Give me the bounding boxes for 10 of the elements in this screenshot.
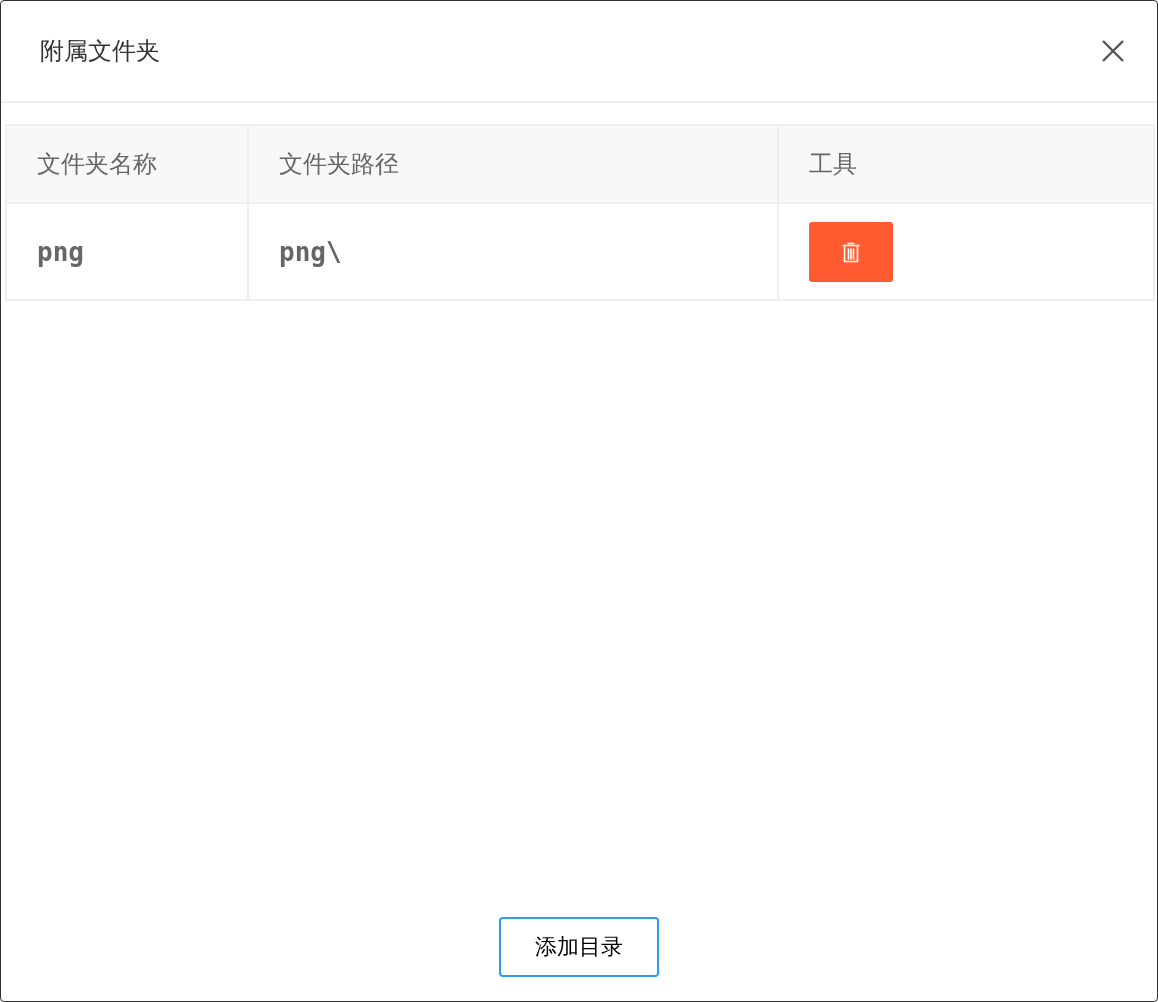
column-header: 工具 <box>778 125 1154 203</box>
table-cell: png <box>6 203 248 300</box>
trash-icon <box>841 240 861 263</box>
table-cell: png\ <box>248 203 778 300</box>
close-icon[interactable] <box>1101 39 1125 63</box>
dialog-title: 附属文件夹 <box>40 36 160 67</box>
delete-button[interactable] <box>809 221 893 282</box>
add-directory-button[interactable]: 添加目录 <box>499 917 659 977</box>
column-header: 文件夹路径 <box>248 125 778 203</box>
column-header: 文件夹名称 <box>6 125 248 203</box>
